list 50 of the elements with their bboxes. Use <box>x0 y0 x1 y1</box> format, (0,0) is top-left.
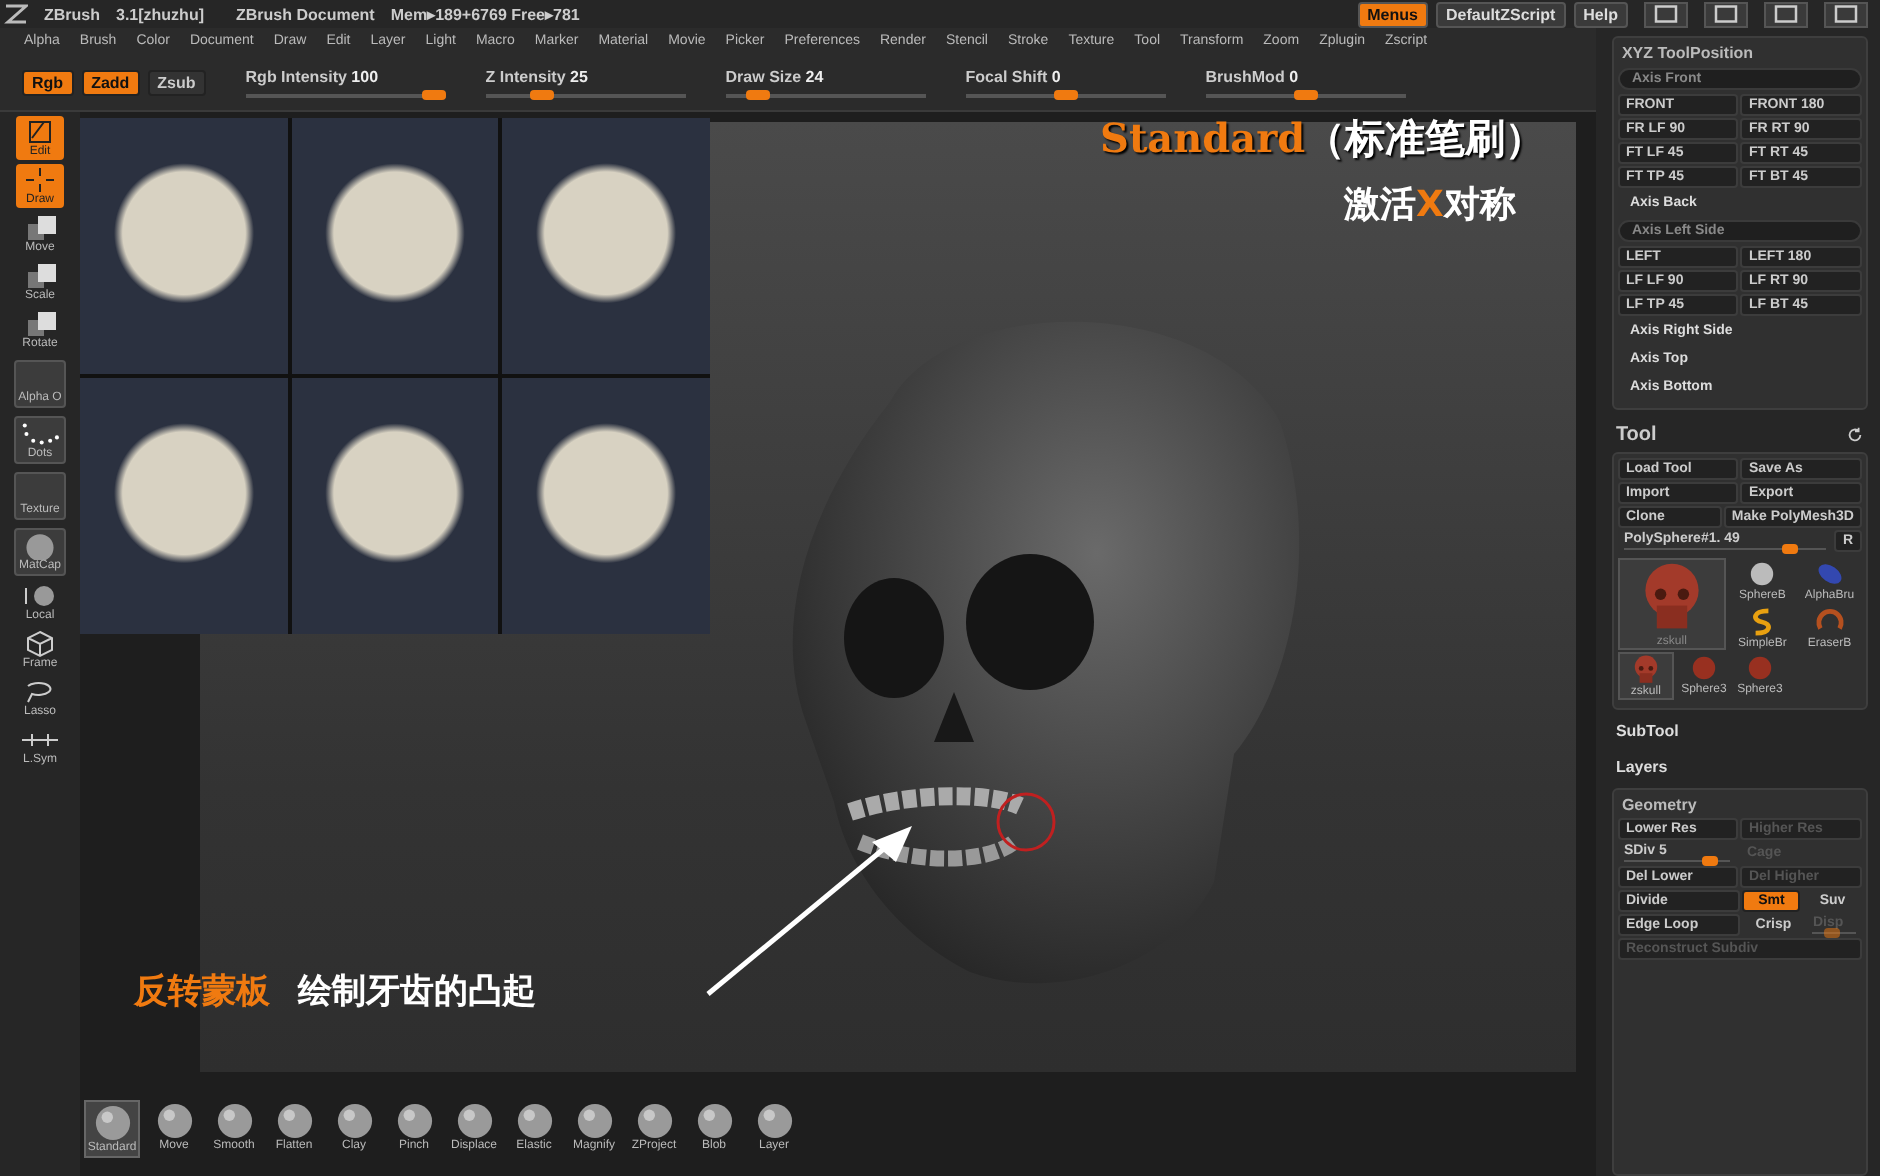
panel-title: Geometry <box>1619 794 1699 816</box>
sphere-icon <box>755 1102 793 1140</box>
sphere-icon <box>1746 558 1779 590</box>
sphere-icon <box>575 1102 613 1140</box>
slider[interactable]: Focal Shift 0 <box>965 67 1166 97</box>
annotation-text: 反转蒙板 <box>134 970 270 1014</box>
section-header[interactable]: Layers <box>1611 752 1868 782</box>
header-button[interactable]: DefaultZScript <box>1435 1 1566 27</box>
window-control-icon[interactable] <box>1824 1 1868 27</box>
skull-icon <box>1629 654 1662 686</box>
local-icon <box>20 582 60 610</box>
slider[interactable]: Draw Size 24 <box>725 67 926 97</box>
memory-readout: Mem▸189+6769 Free▸781 <box>390 5 580 23</box>
annotation-text: Standard（标准笔刷） <box>1100 112 1546 166</box>
refresh-icon[interactable] <box>1846 426 1864 444</box>
sphere-icon <box>215 1102 253 1140</box>
window-control-icon[interactable] <box>1764 1 1808 27</box>
sphere-icon <box>455 1102 493 1140</box>
sphere-icon <box>155 1102 193 1140</box>
logo-icon <box>4 4 28 24</box>
sphere-icon <box>395 1102 433 1140</box>
slider[interactable]: Z Intensity 25 <box>485 67 686 97</box>
window-control-icon[interactable] <box>1644 1 1688 27</box>
header-button[interactable]: Help <box>1573 1 1628 27</box>
annotation-text: 绘制牙齿的凸起 <box>298 970 536 1014</box>
panel-title: Tool <box>1615 424 1657 446</box>
window-control-icon[interactable] <box>1704 1 1748 27</box>
sphere-icon <box>93 1104 131 1142</box>
dots-icon <box>18 420 62 448</box>
sphere-icon <box>695 1102 733 1140</box>
slider[interactable]: BrushMod 0 <box>1205 67 1406 97</box>
mode-toggle[interactable]: Zsub <box>147 69 206 95</box>
mode-toggle[interactable]: Zadd <box>81 69 140 95</box>
crosshair-icon <box>20 166 60 194</box>
annotation-text: 激活X对称 <box>1344 182 1516 228</box>
slider[interactable]: Rgb Intensity 100 <box>245 67 446 97</box>
panel-title: XYZ ToolPosition <box>1619 42 1756 64</box>
sphere-icon <box>1743 652 1776 684</box>
app-name: ZBrush <box>44 5 100 23</box>
sphere-icon <box>1687 652 1720 684</box>
sphere-icon <box>335 1102 373 1140</box>
sphere-icon <box>275 1102 313 1140</box>
sphere-icon <box>635 1102 673 1140</box>
header-button[interactable]: Menus <box>1357 1 1428 27</box>
app-version: 3.1[zhuzhu] <box>116 5 204 23</box>
mode-toggle[interactable]: Rgb <box>22 69 74 95</box>
capsule-icon <box>1813 558 1846 590</box>
document-name: ZBrush Document <box>236 5 375 23</box>
section-header[interactable]: SubTool <box>1611 716 1868 746</box>
sphere-icon <box>515 1102 553 1140</box>
